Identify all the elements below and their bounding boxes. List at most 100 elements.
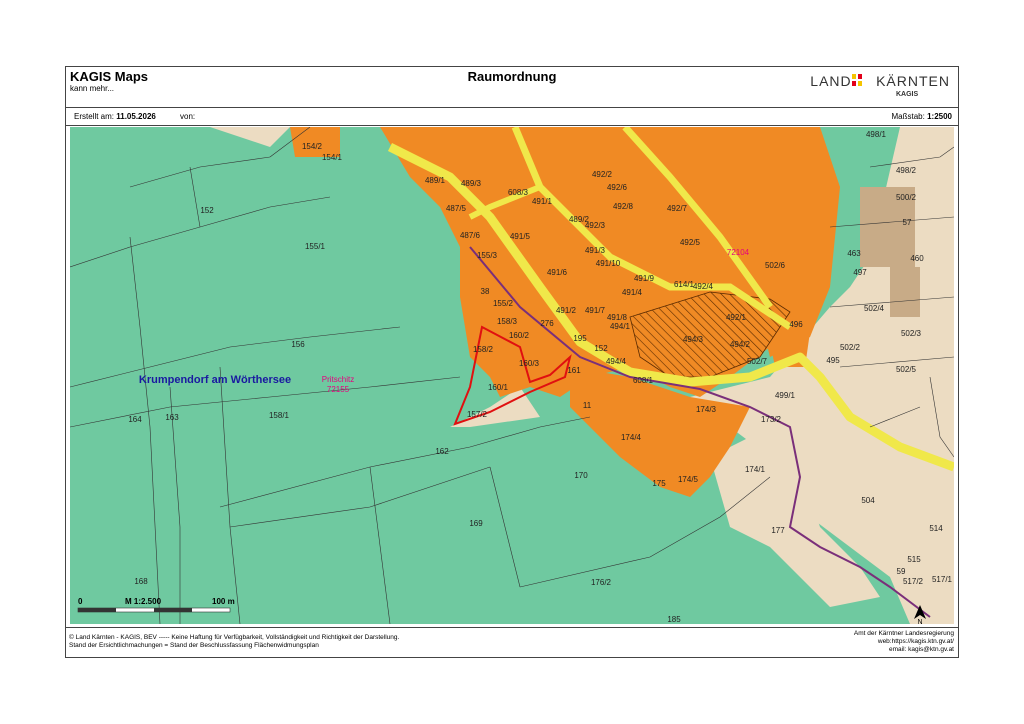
parcel-label: 491/5 [510, 232, 531, 241]
locality-name: Pritschitz [322, 375, 354, 384]
parcel-label: 492/5 [680, 238, 701, 247]
parcel-label: 491/3 [585, 246, 606, 255]
footer-authority: Amt der Kärntner Landesregierung [853, 630, 954, 637]
parcel-label: 502/4 [864, 304, 885, 313]
footer: © Land Kärnten - KAGIS, BEV ----- Keine … [66, 627, 958, 658]
parcel-label: 491/8 [607, 313, 628, 322]
parcel-label: 11 [583, 401, 592, 410]
locality-label-72104: 72104 [727, 248, 750, 257]
parcel-label: 155/2 [493, 299, 514, 308]
footer-email-link[interactable]: email: kagis@ktn.gv.at [889, 646, 954, 653]
parcel-label: 515 [907, 555, 921, 564]
parcel-label: 491/10 [596, 259, 621, 268]
parcel-label: 463 [847, 249, 861, 258]
parcel-label: 502/5 [896, 365, 917, 374]
parcel-label: 496 [789, 320, 803, 329]
parcel-label: 489/3 [461, 179, 482, 188]
parcel-label: 155/3 [477, 251, 498, 260]
scale-end: 100 m [212, 597, 235, 606]
parcel-label: 494/2 [730, 340, 751, 349]
parcel-label: 487/5 [446, 204, 467, 213]
parcel-label: 57 [903, 218, 912, 227]
north-arrow-label: N [917, 619, 922, 624]
parcel-label: 161 [567, 366, 581, 375]
brand-tagline: kann mehr... [70, 84, 115, 93]
parcel-label: 494/3 [683, 335, 704, 344]
parcel-label: 158/2 [473, 345, 494, 354]
parcel-label: 491/9 [634, 274, 655, 283]
header: KAGIS Maps kann mehr... Raumordnung LAND… [66, 67, 958, 108]
parcel-label: 608/1 [633, 376, 654, 385]
parcel-label: 173/2 [761, 415, 782, 424]
parcel-label: 517/2 [903, 577, 924, 586]
parcel-label: 608/3 [508, 188, 529, 197]
parcel-label: 174/4 [621, 433, 642, 442]
logo-text: LAND KÄRNTEN [810, 73, 950, 89]
scale-info: Maßstab: 1:2500 [891, 112, 953, 121]
parcel-label: 174/1 [745, 465, 766, 474]
parcel-label: 158/1 [269, 411, 290, 420]
parcel-label: 156 [291, 340, 305, 349]
parcel-label: 59 [897, 567, 906, 576]
parcel-label: 170 [574, 471, 588, 480]
footer-disclaimer: © Land Kärnten - KAGIS, BEV ----- Keine … [69, 634, 400, 641]
parcel-label: 502/3 [901, 329, 922, 338]
brown-plot-2 [890, 267, 920, 317]
parcel-label: 163 [165, 413, 179, 422]
zoning-map[interactable]: 154/2 154/1 152 155/1 156 164 163 158/1 … [70, 127, 954, 624]
parcel-label: 492/3 [585, 221, 606, 230]
parcel-label: 152 [200, 206, 214, 215]
parcel-label: 160/1 [488, 383, 509, 392]
parcel-label: 494/1 [610, 322, 631, 331]
parcel-label: 152 [594, 344, 608, 353]
parcel-label: 157/2 [467, 410, 488, 419]
created-date: Erstellt am: 11.05.2026 [74, 112, 156, 121]
parcel-label: 169 [469, 519, 483, 528]
locality-code: 72155 [327, 385, 350, 394]
parcel-label: 492/7 [667, 204, 688, 213]
parcel-label: 38 [481, 287, 490, 296]
parcel-label: 500/2 [896, 193, 917, 202]
parcel-label: 492/1 [726, 313, 747, 322]
logo-sub: KAGIS [896, 91, 919, 98]
parcel-label: 497 [853, 268, 867, 277]
parcel-label: 491/2 [556, 306, 577, 315]
parcel-label: 195 [573, 334, 587, 343]
parcel-label: 174/5 [678, 475, 699, 484]
parcel-label: 158/3 [497, 317, 518, 326]
parcel-label: 492/4 [693, 282, 714, 291]
parcel-label: 154/1 [322, 153, 343, 162]
parcel-label: 155/1 [305, 242, 326, 251]
parcel-label: 502/7 [747, 357, 768, 366]
parcel-label: 517/1 [932, 575, 953, 584]
scale-start: 0 [78, 597, 83, 606]
parcel-label: 492/2 [592, 170, 613, 179]
parcel-label: 492/8 [613, 202, 634, 211]
footer-web-link[interactable]: web:https://kagis.ktn.gv.at/ [878, 638, 954, 645]
coat-of-arms-icon [852, 74, 862, 86]
meta-bar: Erstellt am: 11.05.2026 von: Maßstab: 1:… [66, 108, 958, 126]
parcel-label: 164 [128, 415, 142, 424]
parcel-label: 176/2 [591, 578, 612, 587]
map-view[interactable]: 154/2 154/1 152 155/1 156 164 163 158/1 … [70, 127, 954, 624]
parcel-label: 177 [771, 526, 785, 535]
parcel-label: 491/7 [585, 306, 606, 315]
parcel-label: 160/3 [519, 359, 540, 368]
land-kaernten-logo: LAND KÄRNTEN KAGIS [800, 71, 950, 103]
parcel-label: 514 [929, 524, 943, 533]
parcel-label: 162 [435, 447, 449, 456]
parcel-label: 168 [134, 577, 148, 586]
parcel-label: 460 [910, 254, 924, 263]
footer-status: Stand der Ersichtlichmachungen = Stand d… [69, 642, 319, 649]
parcel-label: 154/2 [302, 142, 323, 151]
parcel-label: 174/3 [696, 405, 717, 414]
parcel-label: 504 [861, 496, 875, 505]
parcel-label: 492/6 [607, 183, 628, 192]
parcel-label: 489/1 [425, 176, 446, 185]
parcel-label: 160/2 [509, 331, 530, 340]
parcel-label: 498/2 [896, 166, 917, 175]
scale-label: M 1:2.500 [125, 597, 162, 606]
parcel-label: 491/6 [547, 268, 568, 277]
parcel-label: 491/1 [532, 197, 553, 206]
parcel-label: 185 [667, 615, 681, 624]
